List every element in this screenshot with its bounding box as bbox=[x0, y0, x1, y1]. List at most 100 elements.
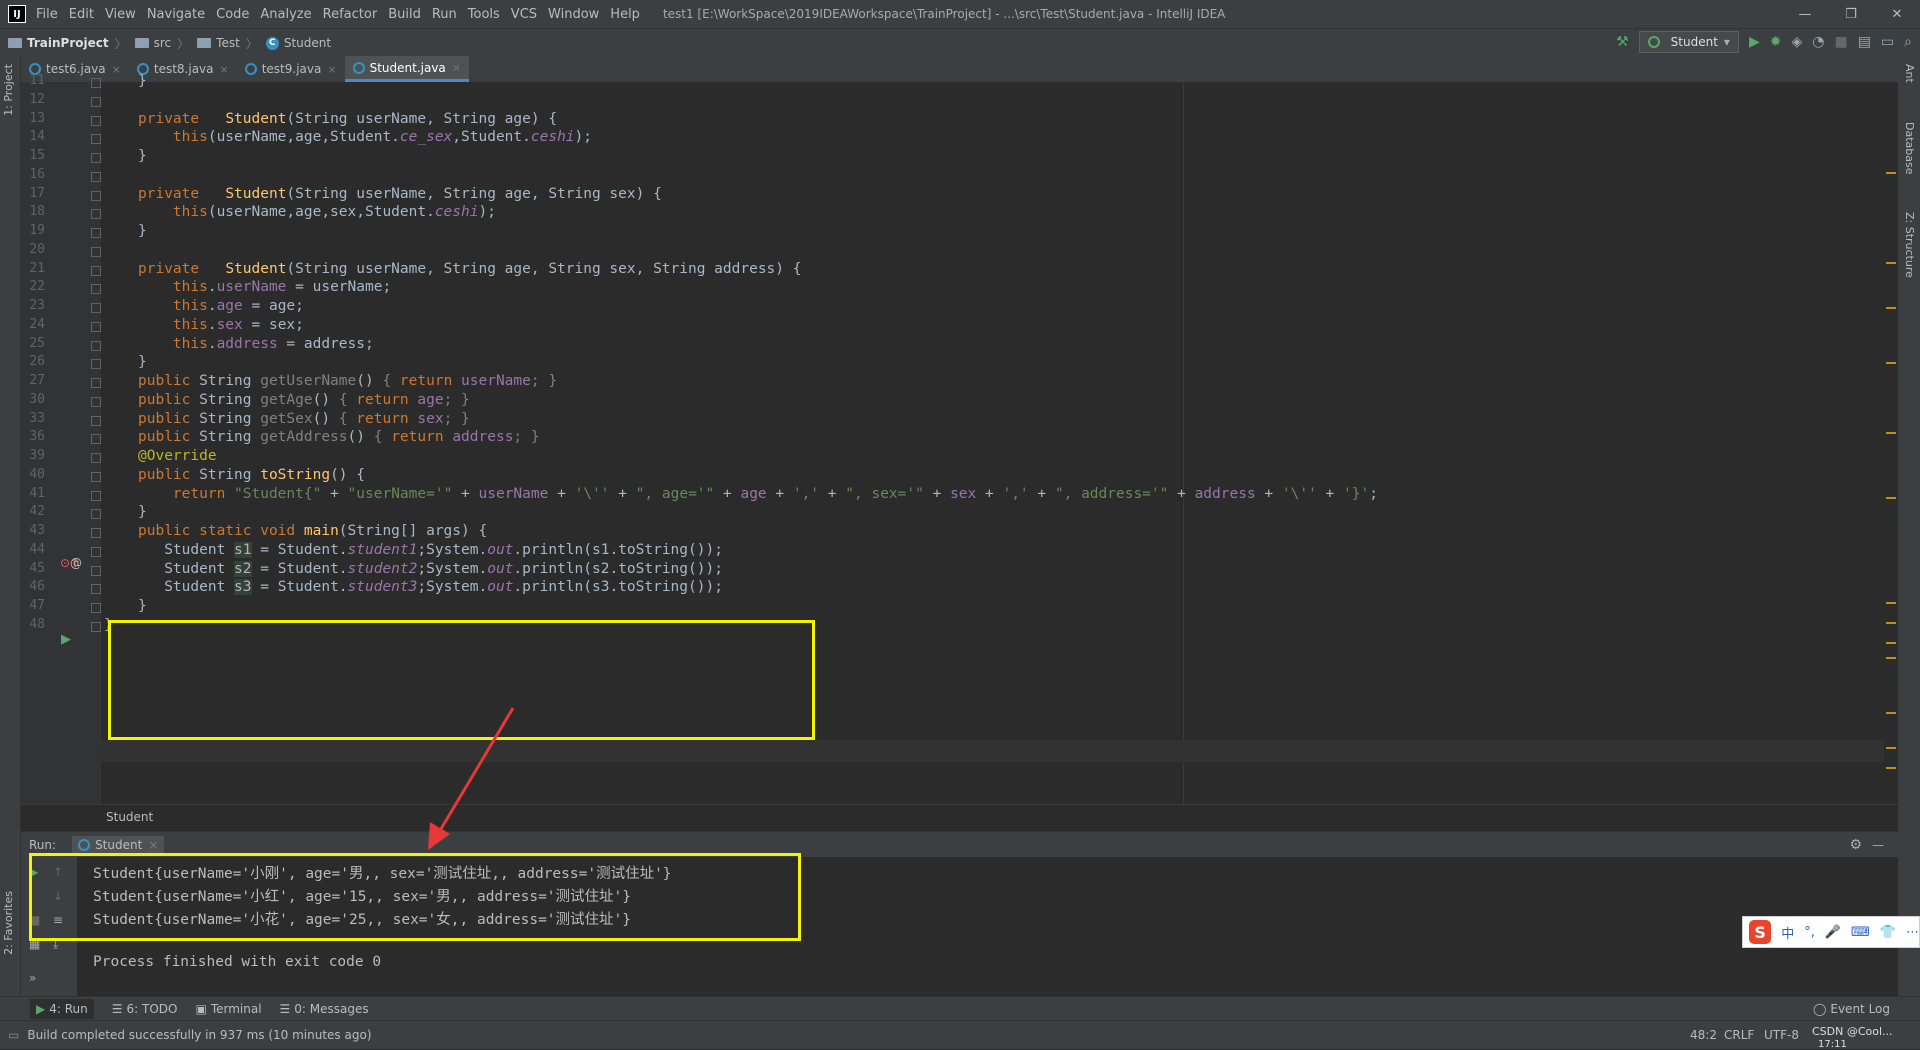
microphone-icon[interactable]: 🎤 bbox=[1825, 925, 1841, 940]
ime-toolbar[interactable]: S 中 °, 🎤 ⌨ 👕 ⋯ bbox=[1742, 916, 1920, 948]
fold-marker-icon[interactable] bbox=[91, 434, 101, 445]
favorites-tool-tab[interactable]: 2: Favorites bbox=[2, 891, 15, 955]
menu-build[interactable]: Build bbox=[388, 7, 421, 22]
debug-icon[interactable]: ✹ bbox=[1770, 34, 1782, 50]
restore-button[interactable]: ❐ bbox=[1828, 0, 1874, 28]
scrollbar-marker[interactable] bbox=[1886, 172, 1896, 174]
ant-tool-tab[interactable]: Ant bbox=[1903, 64, 1916, 83]
fold-marker-icon[interactable] bbox=[91, 190, 101, 201]
close-button[interactable]: ✕ bbox=[1874, 0, 1920, 28]
status-message[interactable]: Build completed successfully in 937 ms (… bbox=[27, 1028, 371, 1042]
scrollbar-marker[interactable] bbox=[1886, 497, 1896, 499]
fold-marker-icon[interactable] bbox=[91, 209, 101, 220]
menu-edit[interactable]: Edit bbox=[69, 7, 94, 22]
fold-marker-icon[interactable] bbox=[91, 453, 101, 463]
close-icon[interactable]: × bbox=[327, 63, 336, 76]
scrollbar-marker[interactable] bbox=[1886, 657, 1896, 659]
scrollbar-marker[interactable] bbox=[1886, 432, 1896, 434]
fold-marker-icon[interactable] bbox=[91, 171, 101, 182]
fold-marker-icon[interactable] bbox=[91, 340, 101, 351]
search-icon[interactable]: ⌕ bbox=[1904, 34, 1912, 50]
run-gutter-icon[interactable]: ▶ bbox=[61, 632, 71, 647]
fold-marker-icon[interactable] bbox=[91, 546, 101, 557]
menu-view[interactable]: View bbox=[105, 7, 136, 22]
settings-gear-icon[interactable]: ⚙ bbox=[1849, 837, 1862, 853]
close-icon[interactable]: × bbox=[452, 61, 461, 74]
menu-code[interactable]: Code bbox=[216, 7, 249, 22]
scrollbar-marker[interactable] bbox=[1886, 747, 1896, 749]
breadcrumb-project[interactable]: TrainProject 〉 bbox=[8, 35, 127, 52]
breadcrumb-class[interactable]: C Student bbox=[265, 36, 331, 50]
line-separator[interactable]: CRLF bbox=[1724, 1028, 1754, 1042]
close-icon[interactable]: × bbox=[220, 63, 229, 76]
fold-marker-icon[interactable] bbox=[91, 565, 101, 576]
fold-marker-icon[interactable] bbox=[91, 246, 101, 257]
layout-icon[interactable]: ▭ bbox=[1881, 34, 1894, 50]
menu-window[interactable]: Window bbox=[548, 7, 599, 22]
run-configuration-select[interactable]: Student ▾ bbox=[1638, 31, 1739, 53]
keyboard-icon[interactable]: ⌨ bbox=[1851, 925, 1870, 940]
run-tab-student[interactable]: Student × bbox=[72, 836, 165, 854]
status-icon[interactable]: ▭ bbox=[8, 1028, 19, 1042]
scrollbar-marker[interactable] bbox=[1886, 642, 1896, 644]
fold-marker-icon[interactable] bbox=[91, 284, 101, 295]
breadcrumb-package[interactable]: Test 〉 bbox=[197, 35, 258, 52]
fold-marker-icon[interactable] bbox=[91, 509, 101, 520]
menu-help[interactable]: Help bbox=[610, 7, 640, 22]
fold-marker-icon[interactable] bbox=[91, 415, 101, 426]
tool-tab-run[interactable]: ▶ 4: Run bbox=[30, 999, 94, 1019]
fold-marker-icon[interactable] bbox=[91, 584, 101, 595]
menu-vcs[interactable]: VCS bbox=[511, 7, 537, 22]
project-tool-tab[interactable]: 1: Project bbox=[2, 64, 15, 116]
fold-marker-icon[interactable] bbox=[91, 603, 101, 613]
close-icon[interactable]: × bbox=[148, 838, 158, 852]
cursor-position[interactable]: 48:2 bbox=[1690, 1028, 1717, 1042]
tool-tab-todo[interactable]: ☰ 6: TODO bbox=[112, 1002, 178, 1016]
ime-chinese-mode[interactable]: 中 bbox=[1781, 923, 1794, 942]
tab-test9[interactable]: test9.java × bbox=[237, 56, 345, 82]
skin-icon[interactable]: 👕 bbox=[1880, 925, 1896, 940]
stop-icon[interactable]: ■ bbox=[1834, 34, 1847, 50]
fold-marker-icon[interactable] bbox=[91, 96, 101, 107]
menu-file[interactable]: File bbox=[36, 7, 58, 22]
editor-scrollbar[interactable] bbox=[1884, 82, 1898, 804]
menu-tools[interactable]: Tools bbox=[468, 7, 500, 22]
fold-marker-icon[interactable] bbox=[91, 471, 101, 482]
fold-marker-icon[interactable] bbox=[91, 490, 101, 501]
fold-marker-icon[interactable] bbox=[91, 528, 101, 538]
more-icon[interactable]: ⋯ bbox=[1906, 925, 1919, 940]
close-icon[interactable]: × bbox=[112, 63, 121, 76]
more-icon[interactable]: » bbox=[29, 971, 36, 985]
fold-marker-icon[interactable] bbox=[91, 359, 101, 370]
fold-marker-icon[interactable] bbox=[91, 228, 101, 238]
editor-breadcrumb[interactable]: Student bbox=[106, 810, 153, 824]
profile-icon[interactable]: ◔ bbox=[1812, 34, 1824, 50]
structure-tool-tab[interactable]: Z: Structure bbox=[1903, 212, 1916, 278]
fold-marker-icon[interactable] bbox=[91, 378, 101, 388]
scrollbar-marker[interactable] bbox=[1886, 362, 1896, 364]
fold-marker-icon[interactable] bbox=[91, 621, 101, 632]
build-hammer-icon[interactable]: ⚒ bbox=[1616, 34, 1629, 50]
fold-marker-icon[interactable] bbox=[91, 134, 101, 145]
ime-punctuation[interactable]: °, bbox=[1804, 925, 1815, 940]
file-encoding[interactable]: UTF-8 bbox=[1764, 1028, 1799, 1042]
database-tool-tab[interactable]: Database bbox=[1903, 122, 1916, 175]
fold-marker-icon[interactable] bbox=[91, 396, 101, 407]
breadcrumb-src[interactable]: src 〉 bbox=[134, 35, 189, 52]
menu-analyze[interactable]: Analyze bbox=[260, 7, 311, 22]
coverage-icon[interactable]: ◈ bbox=[1791, 34, 1802, 50]
menu-navigate[interactable]: Navigate bbox=[147, 7, 205, 22]
tab-student[interactable]: Student.java × bbox=[344, 56, 469, 82]
event-log-button[interactable]: ◯ Event Log bbox=[1813, 1002, 1890, 1016]
menu-run[interactable]: Run bbox=[432, 7, 457, 22]
scrollbar-marker[interactable] bbox=[1886, 622, 1896, 624]
fold-marker-icon[interactable] bbox=[91, 303, 101, 313]
tool-tab-messages[interactable]: ☰ 0: Messages bbox=[280, 1002, 369, 1016]
fold-marker-icon[interactable] bbox=[91, 78, 101, 88]
run-icon[interactable]: ▶ bbox=[1749, 34, 1760, 50]
hide-panel-icon[interactable]: — bbox=[1872, 838, 1884, 852]
scrollbar-marker[interactable] bbox=[1886, 307, 1896, 309]
minimize-button[interactable]: — bbox=[1782, 0, 1828, 28]
scrollbar-marker[interactable] bbox=[1886, 602, 1896, 604]
scrollbar-marker[interactable] bbox=[1886, 767, 1896, 769]
